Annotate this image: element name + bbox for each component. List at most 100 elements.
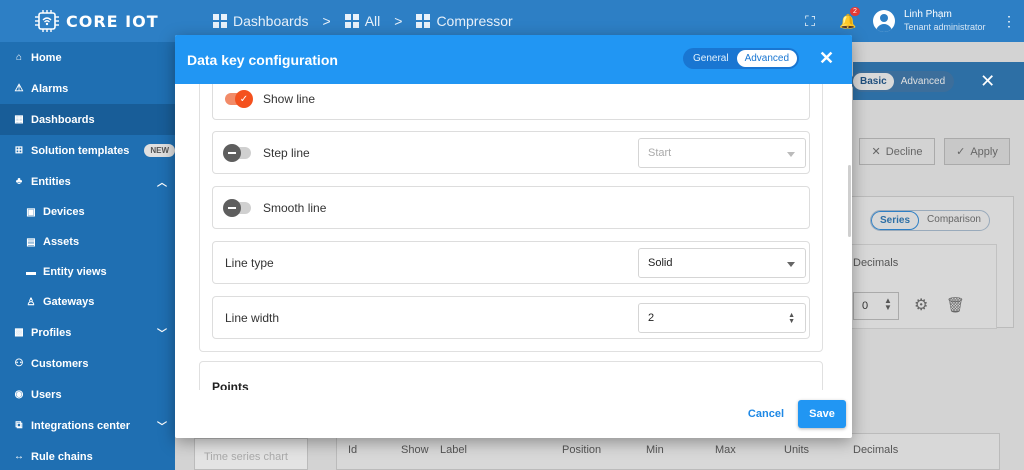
breadcrumb-dashboards[interactable]: Dashboards	[213, 13, 309, 29]
show-line-toggle[interactable]: ✓	[225, 90, 253, 108]
col-max: Max	[715, 444, 736, 456]
breadcrumb-label: Compressor	[436, 13, 513, 29]
logo-text: CORE IOT	[66, 11, 159, 31]
sidebar-item-solution-templates[interactable]: ⊞ Solution templates NEW	[0, 135, 175, 166]
step-line-row: Step line Start	[212, 131, 810, 174]
new-badge: NEW	[144, 144, 175, 157]
apps-icon: ⊞	[14, 145, 24, 156]
asset-icon: ▤	[26, 236, 36, 248]
close-icon: ✕	[871, 146, 881, 158]
gear-icon[interactable]: ⚙	[914, 295, 928, 315]
device-icon: ▣	[26, 206, 36, 218]
dashboard-icon: ▦	[14, 114, 24, 125]
col-id: Id	[348, 444, 358, 456]
points-section[interactable]: Points	[199, 361, 823, 390]
show-line-row: ✓ Show line	[212, 84, 810, 120]
mode-general[interactable]: General	[685, 50, 737, 67]
chip-icon	[35, 10, 59, 32]
sidebar-item-customers[interactable]: ⚇ Customers	[0, 348, 175, 379]
dashboard-icon	[213, 14, 227, 28]
sidebar-item-alarms[interactable]: ⚠ Alarms	[0, 73, 175, 104]
decimals-header: Decimals	[853, 257, 899, 269]
sidebar-item-dashboards[interactable]: ▦ Dashboards	[0, 104, 175, 135]
editor-mode-toggle[interactable]: Basic Advanced	[851, 70, 955, 92]
chevron-down-icon	[787, 262, 795, 267]
sidebar-item-rule-chains[interactable]: ↔ Rule chains	[0, 441, 175, 470]
dialog-header: Data key configuration General Advanced …	[175, 35, 852, 84]
series-tabs[interactable]: Series Comparison	[870, 210, 990, 231]
notifications-button[interactable]: 🔔 2	[829, 6, 867, 30]
apply-button[interactable]: ✓ Apply	[944, 138, 1010, 165]
gateway-icon: ♙	[26, 296, 36, 308]
tab-series[interactable]: Series	[871, 211, 920, 230]
line-type-row: Line type Solid	[212, 241, 810, 284]
line-type-label: Line type	[225, 255, 274, 270]
decimals-input[interactable]	[853, 292, 899, 320]
avatar[interactable]	[873, 10, 895, 32]
stepper-icon[interactable]: ▲ ▼	[788, 312, 795, 325]
warning-icon: ⚠	[14, 83, 24, 94]
close-icon[interactable]: ✕	[980, 71, 995, 92]
breadcrumb-label: All	[364, 13, 381, 29]
toggle-off-icon	[223, 198, 241, 217]
sidebar-item-entities[interactable]: ♣ Entities ︿	[0, 166, 175, 197]
breadcrumb-separator: >	[394, 13, 403, 29]
breadcrumb-compressor[interactable]: Compressor	[416, 13, 513, 29]
sidebar-item-users[interactable]: ◉ Users	[0, 379, 175, 410]
sidebar-item-profiles[interactable]: ▩ Profiles ﹀	[0, 317, 175, 348]
points-label: Points	[212, 380, 249, 390]
smooth-line-row: Smooth line	[212, 186, 810, 229]
mode-basic[interactable]: Basic	[853, 72, 894, 90]
breadcrumb: Dashboards > All > Compressor	[187, 13, 513, 29]
tab-comparison[interactable]: Comparison	[919, 211, 989, 230]
scrollbar[interactable]	[848, 165, 851, 237]
cancel-button[interactable]: Cancel	[748, 408, 784, 420]
sidebar-item-integrations-center[interactable]: ⧉ Integrations center ﹀	[0, 410, 175, 441]
line-type-value: Solid	[648, 257, 673, 269]
decimals-value: 0	[862, 300, 869, 312]
keys-table	[336, 433, 1000, 470]
mode-advanced[interactable]: Advanced	[736, 50, 798, 67]
delete-icon[interactable]: 🗑	[946, 296, 965, 314]
step-line-toggle[interactable]	[223, 143, 251, 162]
logo[interactable]: CORE IOT	[0, 10, 187, 32]
sidebar-item-devices[interactable]: ▣ Devices	[0, 197, 175, 227]
dialog-mode-toggle[interactable]: General Advanced	[683, 48, 800, 69]
decline-button[interactable]: ✕ Decline	[859, 138, 935, 165]
smooth-line-toggle[interactable]	[223, 198, 251, 217]
home-icon: ⌂	[15, 52, 23, 63]
widget-editor-mode: Basic Advanced ✕	[851, 62, 995, 100]
line-width-label: Line width	[225, 310, 280, 325]
customers-icon: ⚇	[14, 358, 24, 369]
col-position: Position	[562, 444, 602, 456]
toggle-off-icon	[223, 143, 241, 162]
notification-badge: 2	[850, 6, 860, 16]
integration-icon: ⧉	[15, 420, 23, 431]
mode-advanced[interactable]: Advanced	[894, 73, 952, 90]
user-info[interactable]: Linh Phạm Tenant administrator	[904, 8, 994, 34]
sidebar-item-assets[interactable]: ▤ Assets	[0, 227, 175, 257]
line-type-select[interactable]: Solid	[638, 248, 806, 278]
stepper-icon[interactable]: ▲ ▼	[884, 297, 892, 312]
widget-label: Time series chart	[204, 451, 288, 463]
col-label: Label	[440, 444, 467, 456]
step-line-value: Start	[648, 147, 672, 159]
sidebar-item-entity-views[interactable]: ▬ Entity views	[0, 257, 175, 287]
step-line-label: Step line	[263, 145, 310, 160]
dialog-title: Data key configuration	[187, 51, 338, 68]
step-line-select[interactable]: Start	[638, 138, 806, 168]
chevron-down-icon	[787, 152, 795, 157]
dialog-footer: Cancel Save	[175, 390, 852, 438]
close-icon[interactable]: ✕	[819, 48, 834, 69]
dashboard-icon	[344, 14, 359, 28]
col-decimals: Decimals	[853, 444, 899, 456]
line-width-input[interactable]: 2 ▲ ▼	[638, 303, 806, 333]
sidebar-item-home[interactable]: ⌂ Home	[0, 42, 175, 73]
fullscreen-icon[interactable]: ⛶	[791, 13, 829, 30]
view-icon: ▬	[26, 266, 36, 278]
sidebar-item-gateways[interactable]: ♙ Gateways	[0, 287, 175, 317]
more-vert-icon[interactable]: ⋮	[994, 13, 1024, 30]
save-button[interactable]: Save	[798, 400, 846, 428]
breadcrumb-all[interactable]: All	[344, 13, 381, 29]
chevron-up-icon: ︿	[157, 178, 167, 189]
